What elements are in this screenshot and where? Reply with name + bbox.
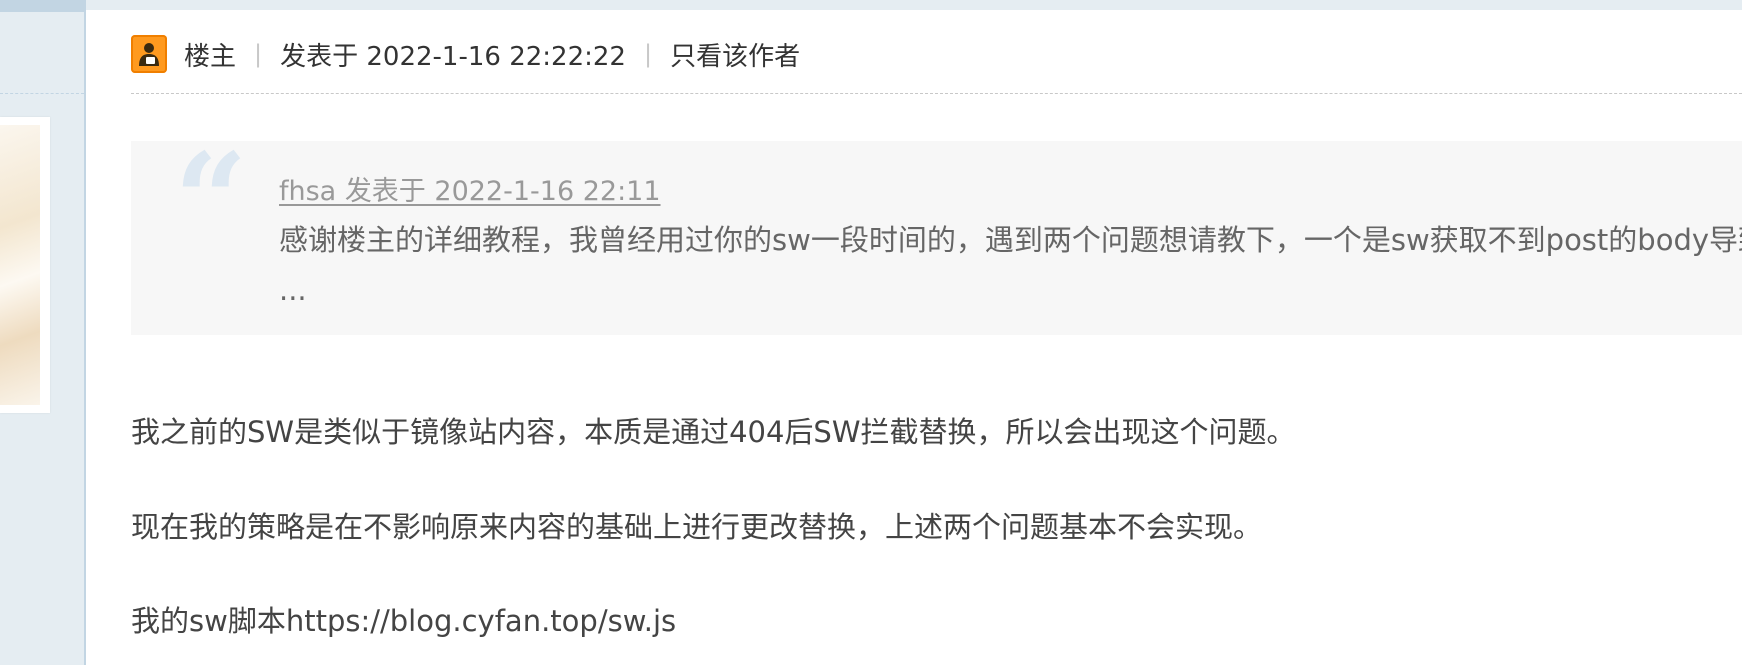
post-top-strip — [86, 0, 1742, 10]
post-header: 楼主 | 发表于 2022-1-16 22:22:22 | 只看该作者 — [131, 34, 800, 74]
post-time: 发表于 2022-1-16 22:22:22 — [280, 41, 626, 72]
post-body-line: 我之前的SW是类似于镜像站内容，本质是通过404后SW拦截替换，所以会出现这个问… — [131, 415, 1296, 449]
header-separator: | — [254, 40, 263, 68]
profile-column-divider — [0, 93, 84, 94]
header-separator: | — [643, 40, 653, 68]
view-author-only-link[interactable]: 只看该作者 — [670, 36, 800, 73]
post-body-line: 现在我的策略是在不影响原来内容的基础上进行更改替换，上述两个问题基本不会实现。 — [131, 510, 1263, 544]
post-body-line: 我的sw脚本https://blog.cyfan.top/sw.js — [131, 604, 677, 638]
quote-mark-icon: “ — [174, 126, 248, 276]
column-divider — [84, 0, 86, 665]
header-divider — [131, 93, 1742, 94]
profile-column-topbar — [0, 0, 84, 12]
author-role-label: 楼主 — [184, 41, 237, 72]
avatar[interactable] — [0, 117, 50, 413]
user-badge-icon — [131, 35, 167, 73]
quote-text: 感谢楼主的详细教程，我曾经用过你的sw一段时间的，遇到两个问题想请教下，一个是s… — [279, 223, 1742, 307]
quote-author-link[interactable]: fhsa 发表于 2022-1-16 22:11 — [279, 169, 661, 208]
avatar-image — [0, 125, 40, 405]
user-profile-column — [0, 0, 84, 665]
quote-block: “ fhsa 发表于 2022-1-16 22:11 感谢楼主的详细教程，我曾经… — [131, 137, 1742, 335]
